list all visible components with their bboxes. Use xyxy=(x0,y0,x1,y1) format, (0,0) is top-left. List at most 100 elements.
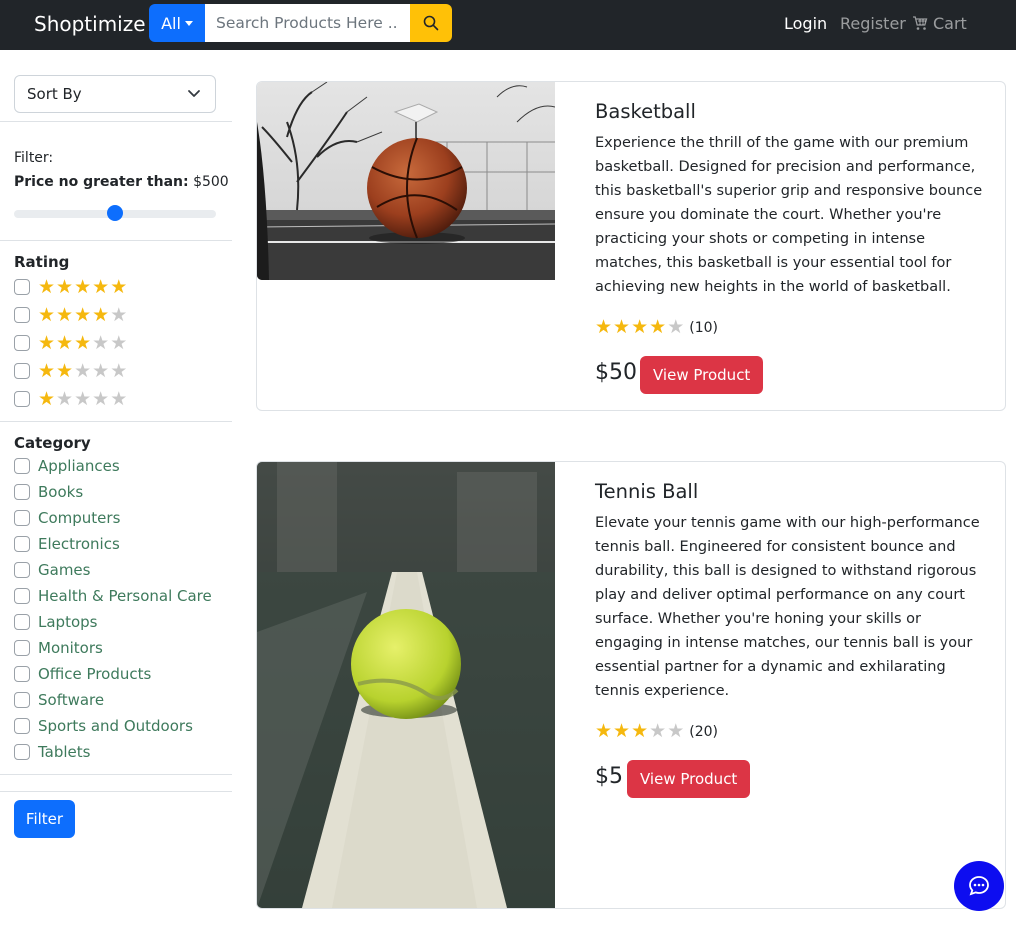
category-checkbox[interactable] xyxy=(14,718,30,734)
product-image-tennis-ball[interactable] xyxy=(257,462,555,908)
category-filter-row[interactable]: Books xyxy=(14,481,83,503)
cart-label: Cart xyxy=(933,14,967,33)
star-filled-icon: ★ xyxy=(631,720,649,742)
search-input[interactable] xyxy=(205,4,410,42)
product-description: Experience the thrill of the game with o… xyxy=(595,135,983,295)
star-empty-icon: ★ xyxy=(667,316,685,338)
product-card: Tennis Ball Elevate your tennis game wit… xyxy=(256,461,1006,909)
category-checkbox[interactable] xyxy=(14,666,30,682)
category-label: Sports and Outdoors xyxy=(38,717,193,735)
rating-checkbox[interactable] xyxy=(14,335,30,351)
category-label: Health & Personal Care xyxy=(38,587,212,605)
product-image-basketball[interactable] xyxy=(257,82,555,280)
product-rating: ★★★★★ (10) xyxy=(595,318,718,337)
price-filter-label: Price no greater than: $500 xyxy=(14,174,229,190)
star-filled-icon: ★ xyxy=(74,331,92,354)
price-filter-value: $500 xyxy=(193,174,229,190)
product-description: Elevate your tennis game with our high-p… xyxy=(595,515,980,699)
product-title: Tennis Ball xyxy=(595,480,699,503)
category-filter-row[interactable]: Laptops xyxy=(14,611,97,633)
star-filled-icon: ★ xyxy=(38,331,56,354)
star-empty-icon: ★ xyxy=(110,331,128,354)
price-slider-thumb[interactable] xyxy=(107,205,123,221)
category-label: Tablets xyxy=(38,743,91,761)
cart-icon xyxy=(913,16,928,30)
star-empty-icon: ★ xyxy=(92,359,110,382)
rating-checkbox[interactable] xyxy=(14,279,30,295)
category-filter-row[interactable]: Appliances xyxy=(14,455,120,477)
navbar: Shoptimize All Login Register Cart xyxy=(0,0,1016,50)
product-price: $5 xyxy=(595,764,623,789)
rating-filter-row[interactable]: ★ ★ ★ ★ ★ xyxy=(14,360,127,382)
rating-checkbox[interactable] xyxy=(14,391,30,407)
login-link[interactable]: Login xyxy=(784,14,827,33)
category-checkbox[interactable] xyxy=(14,458,30,474)
category-checkbox[interactable] xyxy=(14,536,30,552)
star-filled-icon: ★ xyxy=(38,275,56,298)
star-filled-icon: ★ xyxy=(92,275,110,298)
divider xyxy=(0,421,232,422)
view-product-button[interactable]: View Product xyxy=(640,356,764,394)
star-filled-icon: ★ xyxy=(595,316,613,338)
category-checkbox[interactable] xyxy=(14,640,30,656)
category-checkbox[interactable] xyxy=(14,484,30,500)
category-filter-row[interactable]: Software xyxy=(14,689,104,711)
sort-select[interactable]: Sort By xyxy=(14,75,216,113)
view-product-button[interactable]: View Product xyxy=(627,760,751,798)
category-filter-row[interactable]: Computers xyxy=(14,507,120,529)
category-label: Appliances xyxy=(38,457,120,475)
category-label: Computers xyxy=(38,509,121,527)
product-price: $50 xyxy=(595,360,637,385)
category-filter-row[interactable]: Electronics xyxy=(14,533,120,555)
rating-stars: ★★★★★ xyxy=(595,318,685,337)
star-empty-icon: ★ xyxy=(92,387,110,410)
category-filter-row[interactable]: Office Products xyxy=(14,663,151,685)
category-filter-row[interactable]: Monitors xyxy=(14,637,103,659)
register-link[interactable]: Register xyxy=(840,14,906,33)
star-filled-icon: ★ xyxy=(631,316,649,338)
category-filter-row[interactable]: Sports and Outdoors xyxy=(14,715,193,737)
category-label: Software xyxy=(38,691,105,709)
category-checkbox[interactable] xyxy=(14,692,30,708)
star-filled-icon: ★ xyxy=(38,359,56,382)
rating-filter-row[interactable]: ★ ★ ★ ★ ★ xyxy=(14,388,127,410)
rating-checkbox[interactable] xyxy=(14,307,30,323)
star-empty-icon: ★ xyxy=(92,331,110,354)
star-filled-icon: ★ xyxy=(56,359,74,382)
category-filter-row[interactable]: Games xyxy=(14,559,90,581)
filter-button[interactable]: Filter xyxy=(14,800,75,838)
rating-count: (10) xyxy=(689,319,718,336)
star-empty-icon: ★ xyxy=(110,303,128,326)
rating-stars: ★★★★★ xyxy=(38,275,127,298)
category-filter-row[interactable]: Health & Personal Care xyxy=(14,585,212,607)
star-empty-icon: ★ xyxy=(56,387,74,410)
product-rating: ★★★★★ (20) xyxy=(595,722,718,741)
caret-down-icon xyxy=(184,20,193,26)
rating-filter-row[interactable]: ★ ★ ★ ★ ★ xyxy=(14,332,127,354)
category-label: Office Products xyxy=(38,665,152,683)
star-filled-icon: ★ xyxy=(56,303,74,326)
category-checkbox[interactable] xyxy=(14,562,30,578)
category-checkbox[interactable] xyxy=(14,588,30,604)
divider xyxy=(0,774,232,775)
rating-filter-row[interactable]: ★ ★ ★ ★ ★ xyxy=(14,304,127,326)
category-label: Laptops xyxy=(38,613,98,631)
rating-checkbox[interactable] xyxy=(14,363,30,379)
star-filled-icon: ★ xyxy=(56,275,74,298)
rating-filter-row[interactable]: ★ ★ ★ ★ ★ xyxy=(14,276,127,298)
chat-icon xyxy=(969,876,989,896)
brand-logo[interactable]: Shoptimize xyxy=(34,12,146,36)
category-label: Monitors xyxy=(38,639,103,657)
category-dropdown-button[interactable]: All xyxy=(149,4,205,42)
chat-button[interactable] xyxy=(954,861,1004,911)
cart-link[interactable]: Cart xyxy=(912,14,967,33)
category-checkbox[interactable] xyxy=(14,744,30,760)
category-checkbox[interactable] xyxy=(14,614,30,630)
star-filled-icon: ★ xyxy=(613,720,631,742)
category-filter-row[interactable]: Tablets xyxy=(14,741,91,763)
search-button[interactable] xyxy=(410,4,452,42)
star-empty-icon: ★ xyxy=(667,720,685,742)
product-card: Basketball Experience the thrill of the … xyxy=(256,81,1006,411)
star-empty-icon: ★ xyxy=(110,387,128,410)
category-checkbox[interactable] xyxy=(14,510,30,526)
